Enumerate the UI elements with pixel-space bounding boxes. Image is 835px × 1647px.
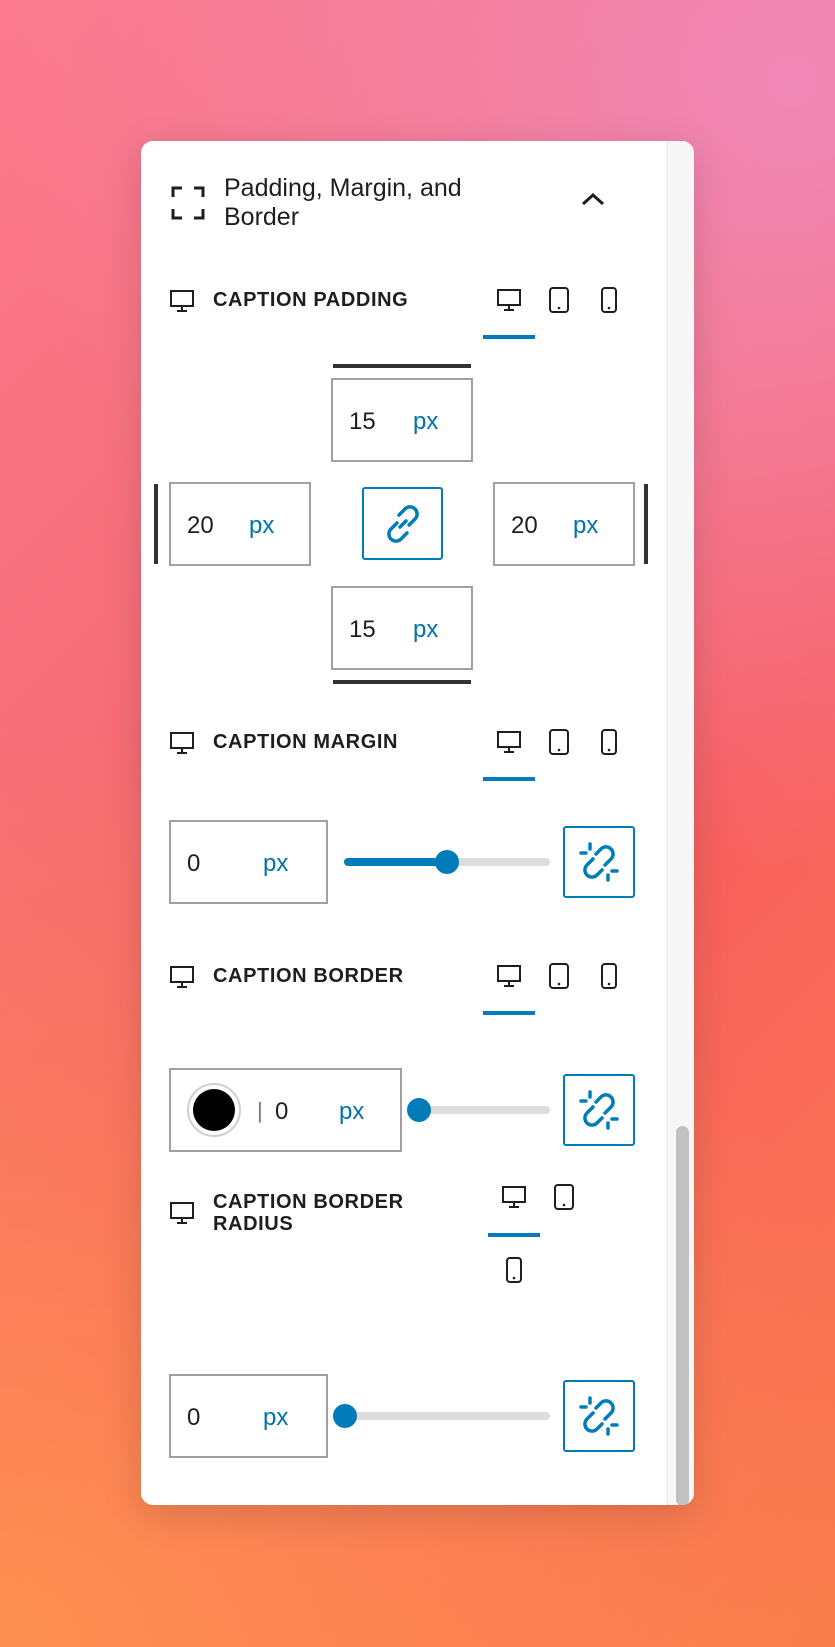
padding-bottom-value: 15: [349, 616, 376, 643]
margin-input[interactable]: 0 px: [169, 820, 328, 904]
desktop-icon: [170, 1202, 194, 1224]
slider-track: [333, 1412, 550, 1420]
mobile-icon[interactable]: [599, 286, 619, 314]
border-value: 0: [275, 1098, 289, 1125]
caption-border-radius-label: CAPTION BORDER RADIUS: [213, 1191, 404, 1235]
border-color-swatch[interactable]: [187, 1083, 241, 1137]
padding-bottom-indicator: [333, 680, 471, 684]
border-corners-icon: [171, 186, 205, 220]
border-separator: |: [257, 1098, 263, 1123]
device-switcher-radius: [486, 1181, 606, 1291]
padding-bottom-input[interactable]: 15 px: [331, 586, 473, 670]
slider-handle[interactable]: [333, 1404, 357, 1428]
unlink-border-button[interactable]: [563, 1074, 635, 1146]
padding-top-value: 15: [349, 408, 376, 435]
slider-handle[interactable]: [435, 850, 459, 874]
active-device-underline: [488, 1233, 540, 1237]
padding-right-indicator: [644, 484, 648, 564]
link-icon: [387, 505, 419, 543]
device-switcher-padding: [481, 281, 641, 341]
padding-top-indicator: [333, 364, 471, 368]
chevron-up-icon[interactable]: [581, 191, 605, 207]
padding-top-input[interactable]: 15 px: [331, 378, 473, 462]
unlink-icon: [579, 1396, 619, 1436]
panel-header[interactable]: Padding, Margin, and Border: [141, 141, 661, 251]
active-device-underline: [483, 1011, 535, 1015]
desktop-icon: [170, 290, 194, 312]
padding-right-unit[interactable]: px: [573, 512, 598, 540]
caption-margin-label: CAPTION MARGIN: [213, 731, 399, 753]
unlink-margin-button[interactable]: [563, 826, 635, 898]
unlink-icon: [579, 1090, 619, 1130]
border-slider[interactable]: [407, 1097, 550, 1123]
radius-unit[interactable]: px: [263, 1404, 288, 1432]
desktop-icon[interactable]: [496, 287, 522, 313]
margin-slider[interactable]: [344, 849, 550, 875]
border-input[interactable]: | 0 px: [169, 1068, 402, 1152]
link-padding-button[interactable]: [362, 487, 443, 560]
desktop-icon[interactable]: [496, 963, 522, 989]
border-color-dot: [193, 1089, 235, 1131]
mobile-icon[interactable]: [599, 962, 619, 990]
border-unit[interactable]: px: [339, 1098, 364, 1126]
active-device-underline: [483, 777, 535, 781]
slider-fill: [344, 858, 447, 866]
padding-left-unit[interactable]: px: [249, 512, 274, 540]
radius-input[interactable]: 0 px: [169, 1374, 328, 1458]
device-switcher-border: [481, 957, 641, 1017]
radius-value: 0: [187, 1404, 201, 1431]
padding-left-value: 20: [187, 512, 214, 539]
tablet-icon[interactable]: [547, 962, 571, 990]
scrollbar-track[interactable]: [667, 141, 694, 1505]
panel-title: Padding, Margin, and Border: [224, 174, 462, 231]
active-device-underline: [483, 335, 535, 339]
padding-right-value: 20: [511, 512, 538, 539]
margin-unit[interactable]: px: [263, 850, 288, 878]
padding-bottom-unit[interactable]: px: [413, 616, 438, 644]
desktop-icon[interactable]: [496, 729, 522, 755]
padding-right-input[interactable]: 20 px: [493, 482, 635, 566]
settings-panel: Padding, Margin, and Border CAPTION PADD…: [141, 141, 694, 1505]
device-switcher-margin: [481, 723, 641, 783]
mobile-icon[interactable]: [504, 1256, 524, 1284]
radius-label-line1: CAPTION BORDER: [213, 1191, 404, 1213]
tablet-icon[interactable]: [547, 728, 571, 756]
padding-top-unit[interactable]: px: [413, 408, 438, 436]
unlink-icon: [579, 842, 619, 882]
caption-padding-label: CAPTION PADDING: [213, 289, 409, 311]
slider-handle[interactable]: [407, 1098, 431, 1122]
mobile-icon[interactable]: [599, 728, 619, 756]
radius-label-line2: RADIUS: [213, 1213, 294, 1235]
padding-left-indicator: [154, 484, 158, 564]
tablet-icon[interactable]: [552, 1183, 576, 1211]
caption-border-label: CAPTION BORDER: [213, 965, 404, 987]
padding-left-input[interactable]: 20 px: [169, 482, 311, 566]
radius-slider[interactable]: [333, 1403, 550, 1429]
desktop-icon: [170, 732, 194, 754]
desktop-icon: [170, 966, 194, 988]
tablet-icon[interactable]: [547, 286, 571, 314]
desktop-icon[interactable]: [501, 1184, 527, 1210]
unlink-radius-button[interactable]: [563, 1380, 635, 1452]
scrollbar-thumb[interactable]: [676, 1126, 689, 1505]
margin-value: 0: [187, 850, 201, 877]
